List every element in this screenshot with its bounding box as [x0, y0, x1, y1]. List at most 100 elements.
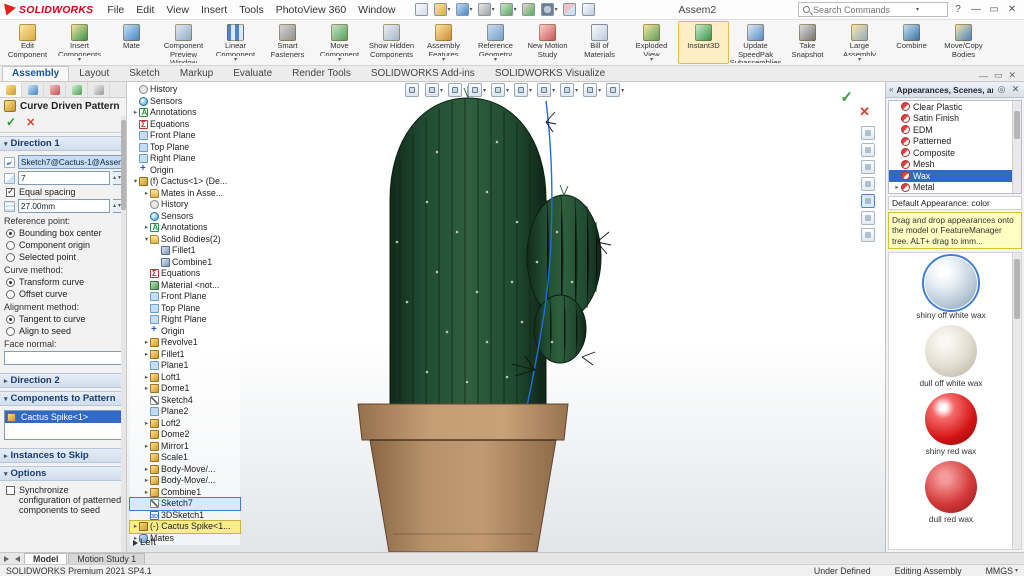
tree-item[interactable]: Top Plane: [130, 303, 240, 315]
radio-option[interactable]: Transform curve: [6, 277, 122, 287]
ribbon-button[interactable]: Reference Geometry ▾: [470, 21, 521, 64]
status-item[interactable]: MMGS ▾: [986, 566, 1018, 576]
tree-item[interactable]: Sketch4: [130, 395, 240, 407]
expand-arrow-icon[interactable]: ▸: [143, 464, 150, 476]
tree-item[interactable]: ▸ Dome1: [130, 383, 240, 395]
quick-access-button[interactable]: [581, 2, 597, 17]
search-input[interactable]: [813, 5, 913, 15]
components-header[interactable]: ▾ Components to Pattern: [0, 391, 126, 406]
collapse-chevrons-icon[interactable]: «: [889, 85, 893, 94]
ribbon-button[interactable]: Component Preview Window: [158, 21, 209, 64]
tree-item[interactable]: Material <not...: [130, 280, 240, 292]
property-manager-tab[interactable]: [66, 82, 88, 97]
property-manager-tab[interactable]: [22, 82, 44, 97]
restore-button[interactable]: ▭: [986, 4, 1002, 15]
tree-item[interactable]: ▸ Body-Move/...: [130, 475, 240, 487]
view-toolbar-button[interactable]: ▾: [514, 83, 532, 97]
tree-item[interactable]: Right Plane: [130, 153, 240, 165]
ribbon-button[interactable]: Edit Component: [2, 21, 53, 64]
appearance-swatch[interactable]: dull red wax: [925, 461, 977, 524]
command-tab[interactable]: Markup: [170, 66, 223, 81]
tree-item[interactable]: Origin: [130, 165, 240, 177]
expand-arrow-icon[interactable]: ▸: [893, 183, 901, 191]
tree-item[interactable]: ▸ (-) Cactus Spike<1...: [130, 521, 240, 533]
doc-minimize-button[interactable]: —: [979, 71, 988, 81]
search-dropdown-icon[interactable]: ▾: [916, 6, 919, 13]
radio-option[interactable]: Align to seed: [6, 326, 122, 336]
expand-arrow-icon[interactable]: ▸: [132, 521, 139, 533]
minimize-button[interactable]: —: [968, 4, 984, 15]
view-toolbar-button[interactable]: ▾: [537, 83, 555, 97]
task-pane-tab-icon[interactable]: [861, 228, 875, 242]
ok-button[interactable]: ✓: [6, 115, 16, 129]
quick-access-button[interactable]: ▾: [455, 2, 474, 17]
tree-item[interactable]: Origin: [130, 326, 240, 338]
view-toolbar-button[interactable]: ▾: [468, 83, 486, 97]
tree-item[interactable]: Top Plane: [130, 142, 240, 154]
quick-access-button[interactable]: [414, 2, 430, 17]
property-manager-scrollbar[interactable]: [121, 116, 126, 552]
ribbon-button[interactable]: Show Hidden Components: [366, 21, 417, 64]
pin-icon[interactable]: ◎: [996, 84, 1007, 95]
tab-scroll-left-icon[interactable]: [4, 556, 9, 562]
confirmation-ok-icon[interactable]: ✓: [840, 88, 853, 106]
command-tab[interactable]: Evaluate: [223, 66, 282, 81]
property-manager-tab[interactable]: [0, 82, 22, 97]
command-tab[interactable]: Sketch: [119, 66, 170, 81]
expand-arrow-icon[interactable]: ▸: [143, 188, 150, 200]
ribbon-button[interactable]: Smart Fasteners: [262, 21, 313, 64]
tree-item[interactable]: Equations: [130, 119, 240, 131]
appearance-category[interactable]: Mesh: [889, 159, 1021, 171]
search-commands-box[interactable]: ▾: [798, 2, 948, 17]
tree-item[interactable]: Plane2: [130, 406, 240, 418]
tree-item[interactable]: ▾ Solid Bodies(2): [130, 234, 240, 246]
ribbon-button[interactable]: Exploded View ▾: [626, 21, 677, 64]
ribbon-button[interactable]: Combine: [886, 21, 937, 64]
ribbon-button[interactable]: Linear Component Pattern ▾: [210, 21, 261, 64]
expand-arrow-icon[interactable]: ▸: [143, 441, 150, 453]
graphics-viewport[interactable]: History Sensors ▸ Annotations: [127, 82, 885, 552]
tree-item[interactable]: ▸ Combine1: [130, 487, 240, 499]
expand-arrow-icon[interactable]: ▸: [143, 418, 150, 430]
appearance-category[interactable]: Composite: [889, 147, 1021, 159]
view-toolbar-button[interactable]: ▾: [560, 83, 578, 97]
expand-arrow-icon[interactable]: ▸: [143, 372, 150, 384]
tree-item[interactable]: Front Plane: [130, 291, 240, 303]
help-icon[interactable]: ?: [950, 4, 966, 15]
property-manager-tab[interactable]: [44, 82, 66, 97]
appearance-swatch[interactable]: dull off white wax: [919, 325, 982, 388]
tree-item[interactable]: Scale1: [130, 452, 240, 464]
tree-item[interactable]: ▸ Revolve1: [130, 337, 240, 349]
command-tab[interactable]: Layout: [69, 66, 119, 81]
tree-item[interactable]: ▸ Fillet1: [130, 349, 240, 361]
quick-access-button[interactable]: ▾: [477, 2, 496, 17]
expand-arrow-icon[interactable]: ▸: [143, 475, 150, 487]
command-tab[interactable]: SOLIDWORKS Visualize: [485, 66, 615, 81]
appearance-category[interactable]: Satin Finish: [889, 113, 1021, 125]
appearance-category[interactable]: Wax: [889, 170, 1021, 182]
appearance-category[interactable]: Clear Plastic: [889, 101, 1021, 113]
quick-access-button[interactable]: [521, 2, 537, 17]
tree-item[interactable]: ▸ Mates in Asse...: [130, 188, 240, 200]
view-toolbar-button[interactable]: ▾: [491, 83, 509, 97]
radio-option[interactable]: Component origin: [6, 240, 122, 250]
model-tab[interactable]: Motion Study 1: [68, 553, 145, 564]
tab-scroll-right-icon[interactable]: [15, 556, 20, 562]
components-list[interactable]: Cactus Spike<1>: [4, 410, 122, 440]
quick-access-button[interactable]: ▾: [433, 2, 452, 17]
tree-item[interactable]: History: [130, 84, 240, 96]
expand-arrow-icon[interactable]: ▾: [132, 176, 139, 188]
status-item[interactable]: Editing Assembly: [895, 566, 964, 576]
tree-item[interactable]: Dome2: [130, 429, 240, 441]
direction1-header[interactable]: ▾ Direction 1: [0, 136, 126, 151]
doc-restore-button[interactable]: ▭: [994, 70, 1003, 81]
expand-arrow-icon[interactable]: ▸: [143, 487, 150, 499]
radio-option[interactable]: Tangent to curve: [6, 314, 122, 324]
ribbon-button[interactable]: Update SpeedPak Subassemblies: [730, 21, 781, 64]
spacing-field[interactable]: 27.00mm: [18, 199, 110, 213]
tree-item[interactable]: Combine1: [130, 257, 240, 269]
radio-option[interactable]: Offset curve: [6, 289, 122, 299]
ribbon-button[interactable]: New Motion Study: [522, 21, 573, 64]
model-tab[interactable]: Model: [24, 553, 67, 564]
view-toolbar-button[interactable]: ▾: [606, 83, 624, 97]
